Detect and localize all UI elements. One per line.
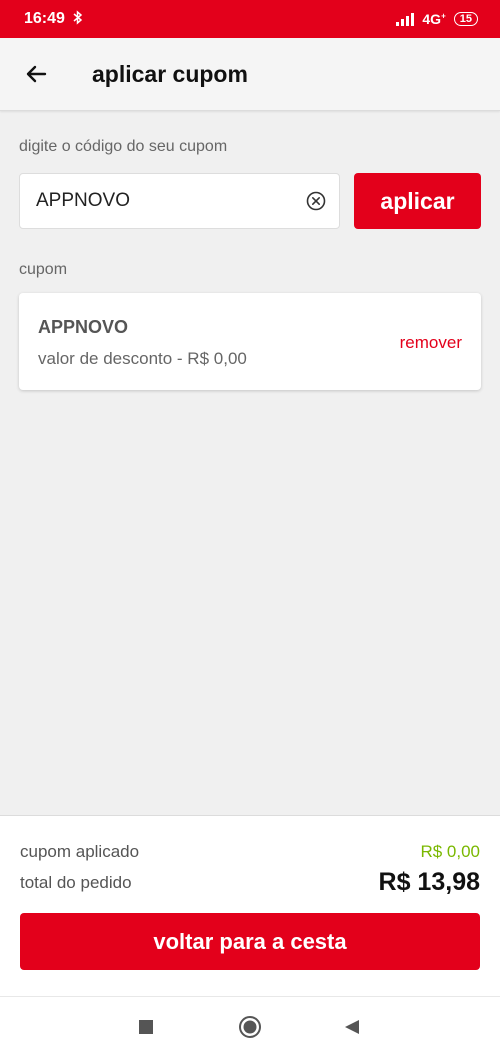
- order-summary-footer: cupom aplicado R$ 0,00 total do pedido R…: [0, 815, 500, 997]
- system-nav-bar: [0, 996, 500, 1057]
- bluetooth-icon: [73, 9, 83, 29]
- clear-input-button[interactable]: [305, 190, 327, 212]
- back-triangle-icon: [345, 1020, 359, 1034]
- remove-coupon-button[interactable]: remover: [400, 333, 462, 353]
- coupon-input-label: digite o código do seu cupom: [19, 138, 228, 155]
- apply-button[interactable]: aplicar: [354, 173, 481, 229]
- coupon-code: APPNOVO: [38, 317, 129, 337]
- network-type: 4G+: [422, 11, 445, 27]
- page-title: aplicar cupom: [92, 61, 248, 87]
- app-bar: aplicar cupom: [0, 38, 500, 111]
- home-button[interactable]: [238, 1015, 262, 1039]
- coupon-discount-text: valor de desconto - R$ 0,00: [38, 349, 247, 368]
- system-back-button[interactable]: [340, 1015, 364, 1039]
- back-button[interactable]: [22, 60, 50, 88]
- arrow-left-icon: [26, 65, 47, 83]
- order-total-row: total do pedido R$ 13,98: [20, 868, 480, 897]
- applied-coupon-card: APPNOVO valor de desconto - R$ 0,00 remo…: [19, 293, 481, 390]
- applied-coupon-label: cupom aplicado: [20, 842, 140, 861]
- back-to-cart-button[interactable]: voltar para a cesta: [20, 913, 480, 970]
- battery-level: 15: [459, 13, 472, 25]
- network-suffix: +: [441, 11, 446, 21]
- signal-icon: [396, 12, 415, 26]
- status-bar: 16:49 4G+ 15: [0, 0, 500, 38]
- coupon-input-container: [19, 173, 340, 229]
- applied-coupon-value: R$ 0,00: [420, 842, 480, 861]
- coupon-code-input[interactable]: [34, 189, 305, 213]
- applied-coupon-row: cupom aplicado R$ 0,00: [20, 842, 480, 862]
- status-left: 16:49: [24, 9, 83, 29]
- home-icon: [239, 1016, 261, 1038]
- recent-apps-icon: [139, 1020, 153, 1034]
- status-time: 16:49: [24, 10, 65, 27]
- coupon-section-label: cupom: [19, 261, 68, 278]
- recent-apps-button[interactable]: [134, 1015, 158, 1039]
- battery-icon: 15: [453, 12, 478, 26]
- order-total-value: R$ 13,98: [378, 868, 480, 896]
- order-total-label: total do pedido: [20, 872, 132, 892]
- network-type-label: 4G: [422, 11, 442, 27]
- clear-circle-icon: [306, 191, 326, 211]
- status-right: 4G+ 15: [396, 11, 478, 27]
